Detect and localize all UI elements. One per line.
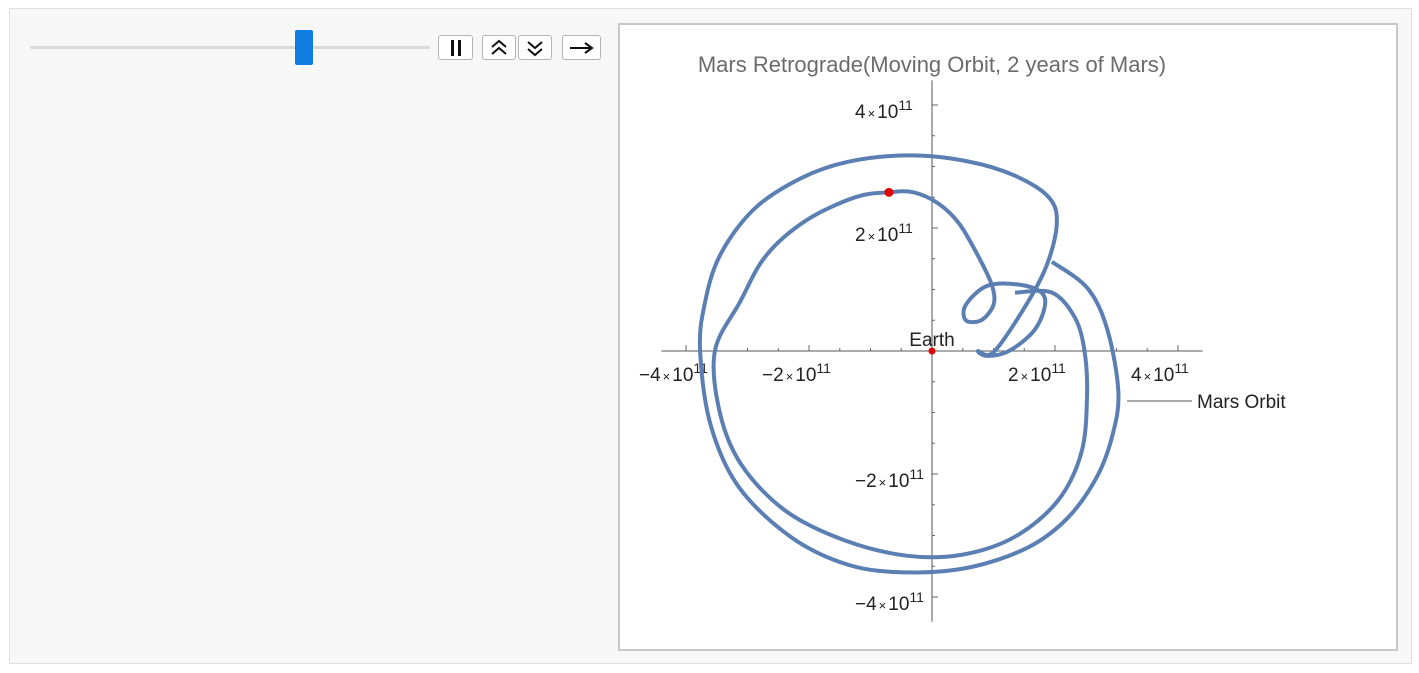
chart-legend: Mars Orbit (1127, 392, 1286, 413)
x-tick-label: 2 × 1011 (1008, 360, 1066, 386)
legend-label-mars-orbit: Mars Orbit (1197, 392, 1286, 413)
y-tick-label: 4 × 1011 (855, 97, 913, 123)
y-tick-label: −2 × 1011 (855, 466, 924, 492)
retrograde-chart: Mars Retrograde(Moving Orbit, 2 years of… (639, 52, 1286, 622)
earth-label: Earth (909, 330, 954, 351)
mars-marker (884, 187, 894, 197)
x-tick-label: −4 × 1011 (639, 360, 708, 386)
marker-layer: Earth (884, 187, 955, 355)
y-tick-label: 2 × 1011 (855, 220, 913, 246)
chart-title: Mars Retrograde(Moving Orbit, 2 years of… (698, 52, 1166, 77)
x-tick-label: 4 × 1011 (1131, 360, 1189, 386)
x-tick-label: −2 × 1011 (762, 360, 831, 386)
tick-labels: −4 × 1011 −2 × 1011 2 × 1011 4 × 1011 4 × 1011 2 × 1011 −2… (639, 97, 1189, 615)
y-tick-label: −4 × 1011 (855, 589, 924, 615)
